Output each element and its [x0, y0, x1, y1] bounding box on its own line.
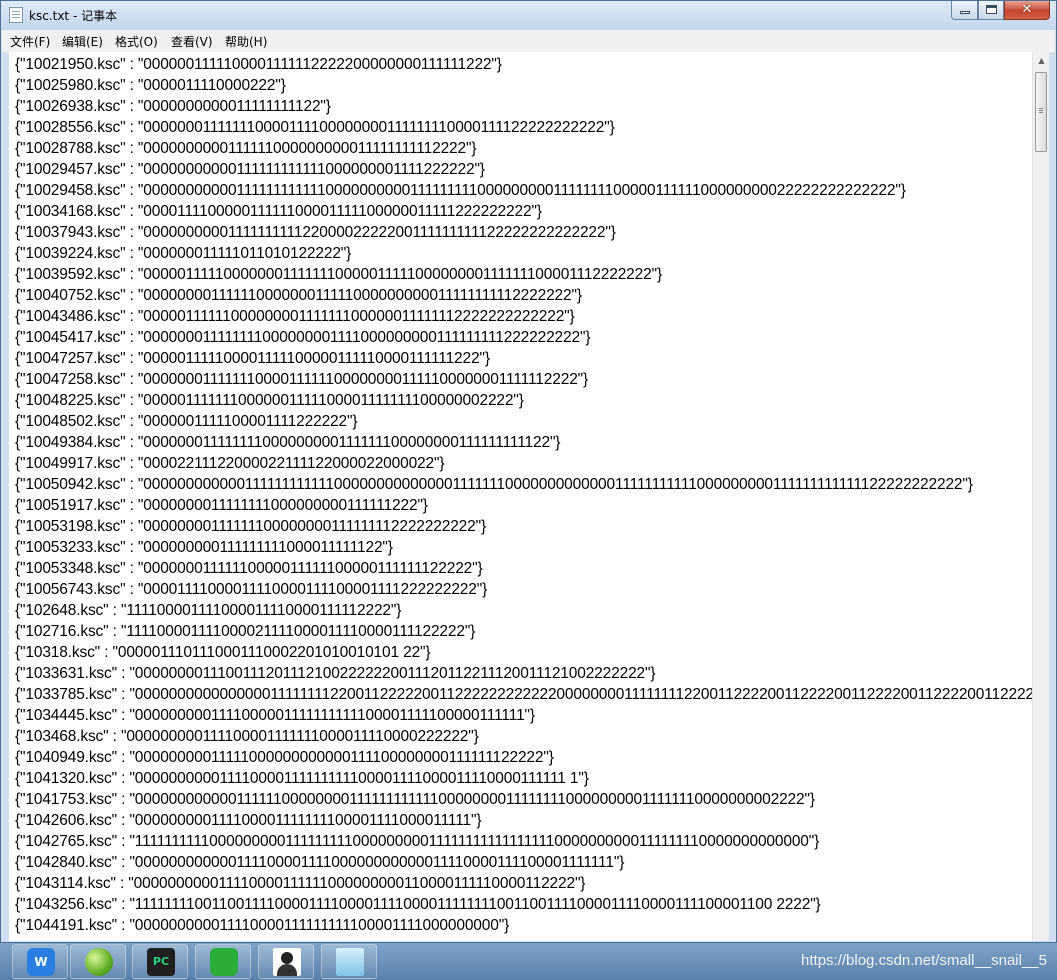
notepad-window: ksc.txt - 记事本 ✕ 文件(F) 编辑(E) 格式(O) 查看(V) … — [0, 0, 1057, 943]
text-line: {"10034168.ksc" : "000011110000011111100… — [15, 203, 542, 220]
green-ball-icon — [85, 948, 113, 976]
text-line: {"1043114.ksc" : "0000000000111100001111… — [15, 875, 586, 892]
menu-format[interactable]: 格式(O) — [113, 33, 160, 50]
maximize-button[interactable] — [978, 1, 1004, 20]
text-line: {"10039224.ksc" : "000000011111011010122… — [15, 245, 352, 262]
text-line: {"10048502.ksc" : "000000111110000111122… — [15, 413, 358, 430]
text-line: {"1041320.ksc" : "0000000000111100001111… — [15, 770, 589, 787]
notepad-app-icon[interactable] — [9, 7, 23, 23]
taskbar: W PC https://blog.csdn.net/small__snail_… — [0, 943, 1057, 980]
vertical-scrollbar[interactable]: ▲ — [1032, 52, 1049, 941]
avatar-icon — [273, 948, 301, 976]
text-line: {"10029458.ksc" : "000000000001111111111… — [15, 182, 906, 199]
text-line: {"1042606.ksc" : "0000000001111000011111… — [15, 812, 482, 829]
taskbar-button-avatar[interactable] — [258, 944, 314, 979]
text-line: {"1042765.ksc" : "1111111111000000000111… — [15, 833, 820, 850]
text-editor-area[interactable]: {"10021950.ksc" : "000000111110000111111… — [9, 52, 1032, 941]
text-line: {"10053233.ksc" : "000000000111111111000… — [15, 539, 393, 556]
text-line: {"1042840.ksc" : "0000000000001111000011… — [15, 854, 625, 871]
text-line: {"10048225.ksc" : "000001111111000000111… — [15, 392, 524, 409]
close-button[interactable]: ✕ — [1004, 1, 1050, 20]
text-line: {"1044191.ksc" : "0000000000111100001111… — [15, 917, 510, 934]
text-line: {"10026938.ksc" : "000000000001111111112… — [15, 98, 331, 115]
pycharm-icon: PC — [147, 948, 175, 976]
menu-view[interactable]: 查看(V) — [169, 33, 215, 50]
menu-edit[interactable]: 编辑(E) — [60, 33, 105, 50]
minimize-button[interactable] — [951, 1, 978, 20]
text-line: {"10050942.ksc" : "000000000000111111111… — [15, 476, 973, 493]
taskbar-button-wps[interactable]: W — [12, 944, 68, 979]
text-line: {"102648.ksc" : "11110000111100001111000… — [15, 602, 402, 619]
text-line: {"10047258.ksc" : "000000011111110000111… — [15, 371, 589, 388]
menu-bar: 文件(F) 编辑(E) 格式(O) 查看(V) 帮助(H) — [2, 30, 1055, 53]
text-line: {"102716.ksc" : "11110000111100002111100… — [15, 623, 476, 640]
watermark-url: https://blog.csdn.net/small__snail__5 — [801, 952, 1047, 969]
text-line: {"10043486.ksc" : "000001111110000000011… — [15, 308, 575, 325]
text-line: {"10049917.ksc" : "000022111220000221111… — [15, 455, 445, 472]
text-line: {"10053348.ksc" : "000000011111100000111… — [15, 560, 483, 577]
menu-file[interactable]: 文件(F) — [8, 33, 52, 50]
text-line: {"10049384.ksc" : "000000011111111000000… — [15, 434, 561, 451]
taskbar-button-green-app[interactable] — [70, 944, 126, 979]
text-line: {"10028556.ksc" : "000000011111110000111… — [15, 119, 615, 136]
text-line: {"10039592.ksc" : "000001111100000001111… — [15, 266, 662, 283]
text-line: {"10037943.ksc" : "000000000011111111112… — [15, 224, 616, 241]
scrollbar-thumb[interactable] — [1035, 72, 1047, 152]
text-line: {"10040752.ksc" : "000000001111110000000… — [15, 287, 582, 304]
text-line: {"10021950.ksc" : "000000111110000111111… — [15, 56, 502, 73]
text-line: {"10318.ksc" : "000001110111000111000220… — [15, 644, 431, 661]
taskbar-button-wechat[interactable] — [195, 944, 251, 979]
text-line: {"10045417.ksc" : "000000011111111000000… — [15, 329, 591, 346]
text-line: {"103468.ksc" : "00000000011110000111111… — [15, 728, 479, 745]
text-line: {"10029457.ksc" : "000000000001111111111… — [15, 161, 485, 178]
menu-help[interactable]: 帮助(H) — [223, 33, 269, 50]
taskbar-button-pycharm[interactable]: PC — [132, 944, 188, 979]
wps-office-icon: W — [27, 948, 55, 976]
title-bar[interactable]: ksc.txt - 记事本 ✕ — [1, 1, 1056, 30]
taskbar-button-notepad[interactable] — [321, 944, 377, 979]
close-icon: ✕ — [1021, 2, 1033, 17]
text-line: {"10051917.ksc" : "000000001111111100000… — [15, 497, 428, 514]
text-line: {"10047257.ksc" : "000001111100001111100… — [15, 350, 490, 367]
text-line: {"1033631.ksc" : "0000000011100111201112… — [15, 665, 656, 682]
window-title: ksc.txt - 记事本 — [29, 9, 118, 23]
text-line: {"1041753.ksc" : "0000000000001111110000… — [15, 791, 815, 808]
text-line: {"1040949.ksc" : "0000000001111100000000… — [15, 749, 554, 766]
text-line: {"10025980.ksc" : "0000011110000222"} — [15, 77, 286, 94]
notepad-icon — [336, 948, 364, 976]
wechat-icon — [210, 948, 238, 976]
scroll-up-arrow-icon[interactable]: ▲ — [1033, 52, 1050, 69]
text-line: {"10028788.ksc" : "000000000011111100000… — [15, 140, 477, 157]
text-line: {"10056743.ksc" : "000011110000111100001… — [15, 581, 488, 598]
text-line: {"1034445.ksc" : "0000000001111000001111… — [15, 707, 535, 724]
text-line: {"1043256.ksc" : "1111111100110011110000… — [15, 896, 821, 913]
text-line: {"1033785.ksc" : "0000000000000000111111… — [15, 686, 1032, 703]
text-line: {"10053198.ksc" : "000000001111111000000… — [15, 518, 486, 535]
